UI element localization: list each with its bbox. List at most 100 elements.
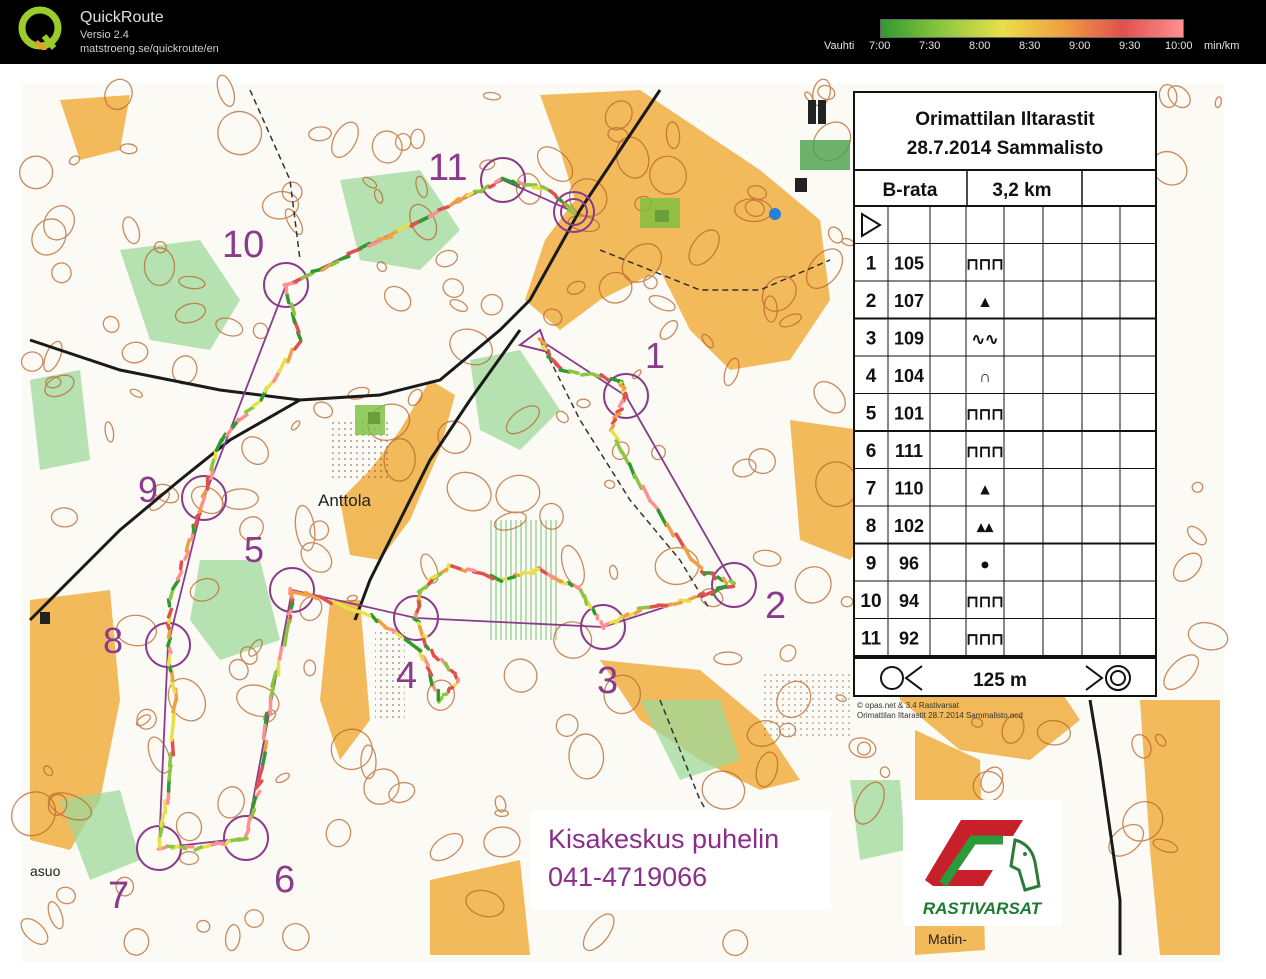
- control-row-code: 96: [899, 554, 919, 574]
- gps-route-segment: [177, 844, 188, 851]
- control-number-2: 2: [765, 585, 786, 627]
- club-logo: RASTIVARSAT: [903, 800, 1061, 926]
- gps-route-segment: [697, 591, 706, 598]
- control-row-feature: ∩: [979, 369, 991, 386]
- gps-route-segment: [433, 654, 440, 662]
- gps-route-segment: [246, 815, 252, 829]
- control-row-code: 102: [894, 516, 924, 536]
- gps-route-segment: [422, 633, 429, 640]
- control-row-feature: ▲: [977, 294, 993, 311]
- control-row-feature: ⊓⊓⊓: [966, 594, 1003, 611]
- gps-route-segment: [636, 605, 651, 611]
- gps-route-segment: [289, 601, 295, 611]
- settlement-area: [355, 405, 385, 435]
- control-row-feature: ⊓⊓⊓: [966, 407, 1003, 424]
- course-class: B-rata: [883, 180, 938, 201]
- control-number-9: 9: [138, 469, 158, 510]
- gps-route-segment: [170, 738, 176, 757]
- gps-route-segment: [193, 518, 199, 528]
- control-row-number: 6: [866, 441, 877, 462]
- place-name: Matin-: [928, 931, 967, 947]
- gps-route-segment: [557, 197, 564, 203]
- control-row-number: 1: [866, 254, 877, 275]
- control-number-11: 11: [428, 147, 467, 189]
- control-number-7: 7: [108, 875, 129, 917]
- control-number-3: 3: [597, 660, 618, 702]
- gps-route-segment: [168, 587, 175, 601]
- info-title: Kisakeskus puhelin: [548, 824, 780, 854]
- control-row-number: 2: [866, 291, 877, 312]
- control-row-number: 10: [860, 591, 881, 612]
- gps-route-segment: [487, 183, 496, 189]
- gps-route-segment: [728, 579, 736, 585]
- control-row-feature: ⊓⊓⊓: [966, 444, 1003, 461]
- control-row-number: 9: [866, 554, 877, 575]
- gps-route-segment: [157, 836, 162, 849]
- settlement-area: [800, 140, 850, 170]
- gps-route-segment: [171, 710, 176, 728]
- gps-route-segment: [610, 417, 618, 425]
- control-row-code: 110: [894, 479, 923, 499]
- control-row-code: 104: [894, 366, 924, 386]
- control-row-feature: ⊓⊓⊓: [966, 257, 1003, 274]
- control-row-number: 5: [866, 404, 877, 425]
- control-row-number: 7: [866, 479, 877, 500]
- gps-route-segment: [540, 345, 549, 352]
- gps-route-segment: [531, 185, 544, 191]
- place-name: Anttola: [318, 491, 371, 510]
- control-row-feature: ∿∿: [972, 332, 999, 349]
- gps-route-segment: [449, 668, 458, 676]
- gps-route-segment: [465, 567, 477, 573]
- gps-route-segment: [530, 567, 541, 573]
- gps-route-segment: [441, 692, 449, 697]
- control-row-number: 3: [866, 329, 877, 350]
- gps-route-segment: [579, 371, 592, 377]
- gps-route-segment: [167, 751, 173, 768]
- gps-route-segment: [622, 392, 627, 403]
- gps-route-segment: [166, 597, 172, 608]
- control-row-code: 107: [894, 291, 924, 311]
- gps-route-segment: [286, 609, 293, 616]
- gps-route-segment: [558, 368, 571, 374]
- gps-route-segment: [260, 751, 267, 767]
- control-row-feature: ⊓⊓⊓: [966, 632, 1003, 649]
- gps-route-segment: [586, 600, 593, 610]
- control-row-number: 8: [866, 516, 877, 537]
- gps-route-segment: [546, 349, 552, 358]
- stony-ground: [760, 670, 850, 740]
- gps-route-segment: [430, 648, 436, 658]
- gps-route-segment: [452, 683, 457, 688]
- control-row-code: 101: [894, 404, 924, 424]
- gps-route-segment: [553, 192, 559, 200]
- control-row-code: 105: [894, 254, 924, 274]
- gps-route-segment: [724, 584, 736, 590]
- control-row-feature: ●: [980, 557, 990, 574]
- control-row-code: 94: [899, 591, 919, 611]
- gps-route-segment: [513, 573, 521, 578]
- gps-route-segment: [166, 654, 172, 667]
- gps-route-segment: [526, 570, 537, 576]
- gps-route-segment: [229, 837, 242, 843]
- gps-route-segment: [591, 607, 597, 616]
- control-row-feature: ▲: [977, 482, 993, 499]
- gps-route-segment: [178, 560, 184, 571]
- control-row-code: 109: [894, 329, 924, 349]
- control-row-feature: ▴▴: [976, 519, 994, 536]
- gps-route-segment: [282, 630, 289, 647]
- gps-route-segment: [277, 646, 284, 662]
- club-name: RASTIVARSAT: [923, 899, 1043, 918]
- control-number-8: 8: [103, 620, 123, 661]
- settlement-area: [640, 198, 680, 228]
- gps-route-segment: [506, 575, 517, 581]
- info-phone[interactable]: 041-4719066: [548, 862, 707, 893]
- gps-route-segment: [424, 644, 431, 651]
- control-number-6: 6: [274, 859, 295, 901]
- gps-route-segment: [455, 677, 461, 684]
- control-number-10: 10: [222, 224, 264, 266]
- event-name: Orimattilan Iltarastit: [915, 109, 1095, 130]
- gps-route-segment: [567, 369, 580, 375]
- gps-route-segment: [162, 799, 168, 815]
- event-date-place: 28.7.2014 Sammalisto: [907, 138, 1103, 159]
- gps-route-segment: [607, 619, 619, 625]
- course-length: 3,2 km: [992, 180, 1051, 201]
